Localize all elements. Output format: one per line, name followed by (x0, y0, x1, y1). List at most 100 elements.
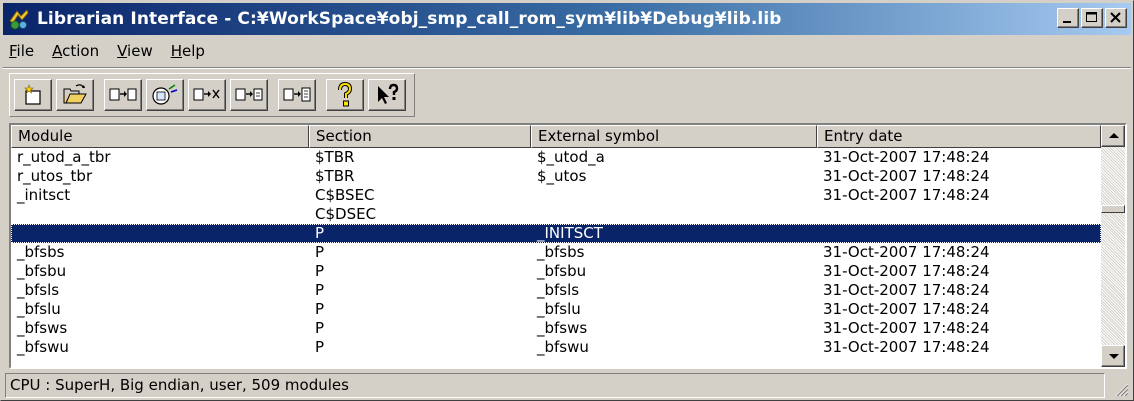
toolbar (9, 73, 415, 117)
vertical-scrollbar[interactable] (1101, 125, 1125, 367)
section-cell: P (315, 224, 325, 242)
symbol-cell: _bfsbs (537, 243, 585, 261)
extract-module-button[interactable] (146, 79, 184, 111)
date-cell: 31-Oct-2007 17:48:24 (823, 319, 990, 337)
symbol-cell: _bfswu (537, 338, 589, 356)
context-help-button[interactable] (368, 79, 406, 111)
help-icon (338, 82, 353, 107)
list-row[interactable]: _bfsbs P _bfsbs 31-Oct-2007 17:48:24 (11, 243, 1101, 262)
symbol-cell: _bfslu (537, 300, 581, 318)
list-header: Module Section External symbol Entry dat… (11, 125, 1101, 148)
section-cell: $TBR (315, 167, 355, 185)
date-cell: 31-Oct-2007 17:48:24 (823, 262, 990, 280)
date-cell: 31-Oct-2007 17:48:24 (823, 338, 990, 356)
extract-module-icon (152, 84, 178, 105)
section-cell: P (315, 281, 325, 299)
column-header-external-symbol[interactable]: External symbol (531, 125, 817, 148)
arrow-up-icon (1109, 133, 1119, 138)
list-row[interactable]: _bfswu P _bfswu 31-Oct-2007 17:48:24 (11, 338, 1101, 357)
window-title: Librarian Interface - C:¥WorkSpace¥obj_s… (37, 9, 782, 29)
minimize-icon (1063, 21, 1071, 23)
module-cell (11, 205, 309, 224)
help-button[interactable] (326, 79, 364, 111)
section-cell: P (315, 338, 325, 356)
add-module-icon (109, 88, 137, 101)
column-header-entry-date[interactable]: Entry date (817, 125, 1101, 148)
status-bar: CPU : SuperH, Big endian, user, 509 modu… (5, 373, 1131, 399)
close-icon (1110, 12, 1121, 23)
maximize-button[interactable] (1081, 8, 1103, 28)
menu-action[interactable]: Action (52, 42, 99, 60)
scroll-up-button[interactable] (1101, 125, 1125, 147)
menu-file[interactable]: File (9, 42, 34, 60)
list-row[interactable]: r_utos_tbr $TBR $_utos 31-Oct-2007 17:48… (11, 167, 1101, 186)
delete-module-button[interactable] (188, 79, 226, 111)
symbol-cell: $_utod_a (537, 148, 605, 166)
toolbar-divider (3, 67, 1131, 69)
list-row[interactable]: _bfslu P _bfslu 31-Oct-2007 17:48:24 (11, 300, 1101, 319)
date-cell: 31-Oct-2007 17:48:24 (823, 148, 990, 166)
menu-bar: File Action View Help (3, 37, 1131, 65)
module-cell: _bfslu (17, 300, 61, 318)
date-cell (817, 205, 1101, 224)
context-help-icon (378, 83, 399, 104)
column-header-module[interactable]: Module (11, 125, 309, 148)
date-cell: 31-Oct-2007 17:48:24 (823, 243, 990, 261)
resize-grip-icon[interactable] (1111, 379, 1129, 397)
list-row[interactable]: _bfsbu P _bfsbu 31-Oct-2007 17:48:24 (11, 262, 1101, 281)
module-cell: _initsct (17, 186, 71, 204)
symbol-cell (531, 205, 817, 224)
module-cell (11, 224, 309, 243)
symbol-cell: _INITSCT (537, 224, 603, 242)
date-cell: 31-Oct-2007 17:48:24 (823, 167, 990, 185)
column-header-section[interactable]: Section (309, 125, 531, 148)
open-icon (63, 84, 87, 104)
delete-module-icon (193, 88, 220, 101)
close-button[interactable] (1105, 8, 1127, 28)
section-cell: P (315, 319, 325, 337)
date-cell: 31-Oct-2007 17:48:24 (823, 281, 990, 299)
list-row[interactable]: _bfsls P _bfsls 31-Oct-2007 17:48:24 (11, 281, 1101, 300)
symbol-cell: _bfsls (537, 281, 580, 299)
arrow-down-icon (1109, 354, 1119, 359)
minimize-button[interactable] (1057, 8, 1079, 28)
section-cell: C$BSEC (315, 186, 375, 204)
menu-view[interactable]: View (117, 42, 153, 60)
symbol-cell: _bfsbu (537, 262, 587, 280)
section-cell: $TBR (315, 148, 355, 166)
status-text: CPU : SuperH, Big endian, user, 509 modu… (5, 373, 1105, 398)
scroll-down-button[interactable] (1101, 345, 1125, 367)
module-cell: r_utod_a_tbr (17, 148, 111, 166)
module-cell: r_utos_tbr (17, 167, 93, 185)
list-row[interactable]: _initsct C$BSEC 31-Oct-2007 17:48:24 (11, 186, 1101, 205)
list-row-selected[interactable]: P _INITSCT (11, 224, 1101, 243)
date-cell (817, 224, 1101, 243)
list-row[interactable]: r_utod_a_tbr $TBR $_utod_a 31-Oct-2007 1… (11, 148, 1101, 167)
section-cell: P (315, 262, 325, 280)
section-cell: C$DSEC (315, 205, 377, 223)
list-row[interactable]: C$DSEC (11, 205, 1101, 224)
module-list[interactable]: Module Section External symbol Entry dat… (9, 123, 1127, 369)
librarian-window: Librarian Interface - C:¥WorkSpace¥obj_s… (0, 0, 1134, 401)
new-library-button[interactable] (14, 79, 52, 111)
add-module-button[interactable] (104, 79, 142, 111)
replace-module-icon (235, 88, 263, 101)
module-cell: _bfsws (17, 319, 68, 337)
open-button[interactable] (56, 79, 94, 111)
maximize-icon (1086, 12, 1097, 22)
list-button[interactable] (278, 79, 316, 111)
module-cell: _bfswu (17, 338, 69, 356)
section-cell: P (315, 300, 325, 318)
title-bar[interactable]: Librarian Interface - C:¥WorkSpace¥obj_s… (3, 3, 1131, 35)
list-row[interactable]: _bfsws P _bfsws 31-Oct-2007 17:48:24 (11, 319, 1101, 338)
symbol-cell (531, 186, 817, 205)
menu-help[interactable]: Help (171, 42, 205, 60)
symbol-cell: _bfsws (537, 319, 588, 337)
new-library-icon (24, 84, 41, 105)
date-cell: 31-Oct-2007 17:48:24 (823, 300, 990, 318)
librarian-app-icon[interactable] (7, 7, 31, 31)
module-cell: _bfsbu (17, 262, 67, 280)
replace-module-button[interactable] (230, 79, 268, 111)
scroll-thumb[interactable] (1101, 205, 1125, 213)
symbol-cell: $_utos (537, 167, 587, 185)
